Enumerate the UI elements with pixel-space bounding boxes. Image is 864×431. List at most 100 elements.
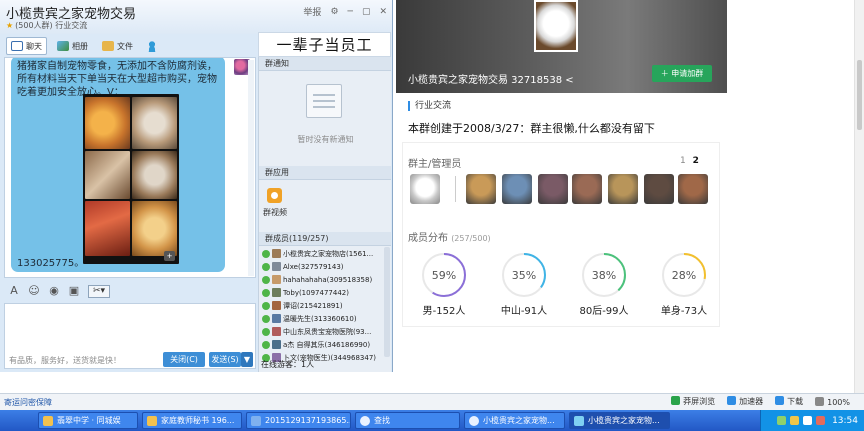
status-tool-icon [671,396,681,405]
taskbar-button[interactable]: 小榄贵宾之家宠物... [464,412,565,429]
member-avatar [272,314,281,323]
member-stat: 59% 男-152人 [414,250,474,317]
member-row[interactable]: 谭诏(215421891) [259,299,391,312]
notice-empty-text: 暂时没有新通知 [297,135,354,144]
status-tool-icon [775,396,785,405]
admin-avatar[interactable] [678,174,708,204]
status-link[interactable]: 寄运问密保障 [4,397,52,408]
admin-avatar[interactable] [608,174,638,204]
image-icon[interactable]: ▣ [68,285,80,297]
taskbar-clock[interactable]: 13:54 [832,416,858,426]
tab-file[interactable]: 文件 [98,37,137,55]
shake-icon[interactable]: ◉ [48,285,60,297]
member-row[interactable]: hahahahaha(309518358) [259,273,391,286]
page-1[interactable]: 1 [678,156,688,166]
member-avatar [272,340,281,349]
close-button[interactable]: 关闭(C) [163,352,205,367]
member-avatar [272,301,281,310]
status-tool-icon [727,396,737,405]
taskbar-button[interactable]: 查找 [355,412,460,429]
send-button[interactable]: 发送(S) [209,352,241,367]
page-background [727,0,864,372]
font-icon[interactable]: A [8,285,20,297]
admin-avatar[interactable] [572,174,602,204]
group-side-panel: 群通知 暂时没有新通知 群应用 群视频 群成员(119/257) 小榄贵宾之家宠… [258,57,391,372]
taskbar-button[interactable]: 小榄贵宾之家宠物... [569,412,670,429]
minimize-icon[interactable]: ─ [348,7,353,17]
admin-avatar[interactable] [538,174,568,204]
stat-percent: 59% [432,269,456,282]
send-options-button[interactable]: ▼ [241,352,253,367]
tray-network-icon[interactable] [777,416,787,425]
members-distribution-title: 成员分布 (257/500) [408,233,491,244]
taskbar-button[interactable]: 翡翠中学 · 同城娱 [38,412,138,429]
window-titlebar[interactable]: 小榄贵宾之家宠物交易 ★ (500人群) 行业交流 举报 ⚙ ─ ▢ ✕ [0,0,392,34]
group-size: (500人群) [15,21,53,30]
page-2[interactable]: 2 [691,156,701,166]
page-scrollbar[interactable] [854,0,864,395]
close-icon[interactable]: ✕ [379,7,387,17]
join-group-button[interactable]: ＋ 申请加群 [652,65,712,82]
image-tile [85,201,130,256]
member-row[interactable]: 温暖先生(313360610) [259,312,391,325]
admin-avatar[interactable] [644,174,674,204]
stat-label: 中山-91人 [500,306,548,317]
image-tile [132,97,177,149]
settings-icon[interactable]: ⚙ [330,7,338,17]
album-icon [57,41,69,51]
image-tile [132,151,177,199]
share-icon[interactable]: < [565,75,573,86]
admin-avatar[interactable] [502,174,532,204]
window-controls: 举报 ⚙ ─ ▢ ✕ [303,5,387,19]
maximize-icon[interactable]: ▢ [362,7,371,17]
browser-status-bar: 寄运问密保障 莽屏浏览 加速器 下载 100% [0,393,864,410]
member-stat: 38% 80后-99人 [574,250,634,317]
chat-icon [11,41,23,51]
taskbar-button[interactable]: 2015129137193865... [246,412,351,429]
status-tool[interactable]: 下载 [775,396,803,407]
image-tile [85,151,130,199]
member-avatar [272,249,281,258]
owner-avatar[interactable] [410,174,440,204]
emoji-icon[interactable]: ☺ [28,285,40,297]
tab-chat[interactable]: 聊天 [6,37,47,55]
online-status-icon [262,327,270,336]
member-row[interactable]: a杰 自得其乐(346186990) [259,338,391,351]
tray-qq-icon[interactable] [790,416,800,425]
owner-divider [455,176,456,202]
member-avatar [272,262,281,271]
status-tool[interactable]: 莽屏浏览 [671,396,715,407]
message-phone: 133025775。 [17,258,85,269]
message-bubble[interactable]: 猪猪家自制宠物零食，无添加不含防腐剂诶，所有材料当天下单当天在大型超市购买，宠物… [11,58,225,272]
apps-header: 群应用 [259,166,391,180]
member-row[interactable]: Toby(1097477442) [259,286,391,299]
admin-avatars [410,174,710,206]
tab-album[interactable]: 相册 [53,37,92,55]
report-button[interactable]: 举报 [303,5,321,18]
group-video-icon[interactable] [267,188,282,203]
screenshot-icon[interactable]: ✂▾ [88,284,110,298]
image-expand-icon[interactable]: + [164,251,175,261]
group-video-label[interactable]: 群视频 [263,207,287,218]
group-profile-page: 小榄贵宾之家宠物交易 32718538 < ＋ 申请加群 行业交流 本群创建于2… [396,0,727,372]
member-row[interactable]: 中山东凤贵宝宠物医院(93... [259,325,391,338]
message-scrollbar[interactable] [248,60,254,276]
member-scrollbar[interactable] [384,247,390,357]
tab-members[interactable] [143,37,161,55]
member-name: 小榄贵宾之家宠物店(1561... [283,249,374,258]
message-image[interactable]: + [83,94,179,264]
status-tool[interactable]: 加速器 [727,396,763,407]
tray-security-icon[interactable] [816,416,826,425]
member-row[interactable]: 小榄贵宾之家宠物店(1561... [259,247,391,260]
tray-volume-icon[interactable] [803,416,813,425]
plus-icon: ＋ [660,69,672,78]
admin-avatar[interactable] [466,174,496,204]
stat-percent: 35% [512,269,536,282]
message-area[interactable]: 猪猪家自制宠物零食，无添加不含防腐剂诶，所有材料当天下单当天在大型超市购买，宠物… [4,57,256,278]
message-input[interactable]: 有品质，服务好，送货就是快！ 关闭(C) 发送(S) ▼ [4,303,256,369]
status-tool[interactable]: 100% [815,396,850,407]
member-avatar [272,275,281,284]
member-stat: 35% 中山-91人 [494,250,554,317]
member-row[interactable]: Alxe(327579143) [259,260,391,273]
taskbar-button[interactable]: 家庭教师秘书 196... [142,412,242,429]
